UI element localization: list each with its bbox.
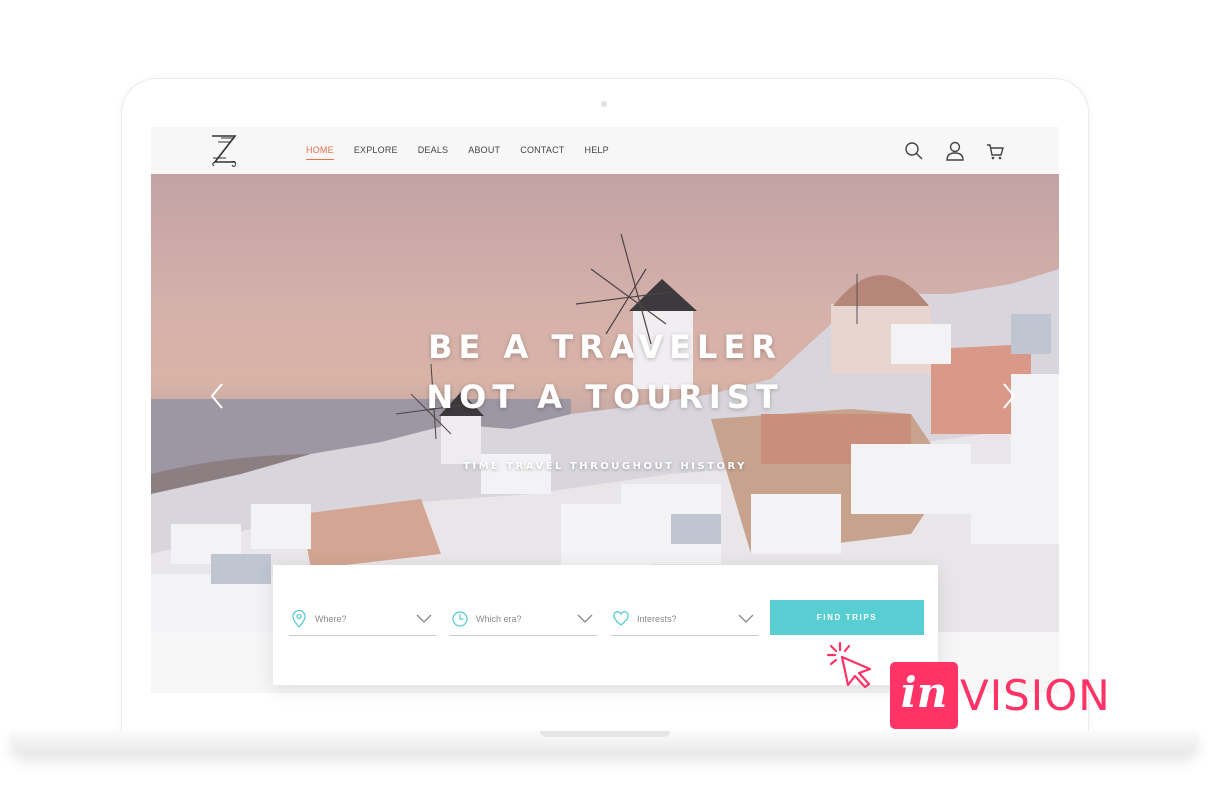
nav-help[interactable]: HELP [585,145,609,160]
chevron-down-icon [577,614,593,623]
invision-logo-box: in [890,662,958,729]
hero-title-line2: NOT A TOURIST [426,378,784,416]
invision-logo: in VISION [890,662,1111,729]
nav-home[interactable]: HOME [306,145,334,160]
search-icon[interactable] [904,141,924,161]
nav-about[interactable]: ABOUT [468,145,500,160]
hero-banner: BE A TRAVELER NOT A TOURIST TIME TRAVEL … [151,174,1059,632]
click-cursor-icon [826,641,872,689]
heart-icon [613,611,629,626]
hero-subtitle: TIME TRAVEL THROUGHOUT HISTORY [463,461,747,472]
interests-select[interactable]: Interests? [611,608,758,636]
laptop-notch [540,731,670,737]
main-nav: HOME EXPLORE DEALS ABOUT CONTACT HELP [306,145,609,160]
chevron-down-icon [738,614,754,623]
cart-icon[interactable] [985,141,1005,161]
interests-label: Interests? [637,614,677,624]
where-select[interactable]: Where? [289,608,436,636]
hero-title-line1: BE A TRAVELER [428,328,782,366]
nav-explore[interactable]: EXPLORE [354,145,398,160]
era-select[interactable]: Which era? [450,608,597,636]
location-pin-icon [292,610,306,628]
chevron-right-icon[interactable] [1001,382,1017,410]
nav-contact[interactable]: CONTACT [520,145,564,160]
clock-icon [452,611,468,627]
nav-deals[interactable]: DEALS [418,145,449,160]
where-label: Where? [315,614,347,624]
user-icon[interactable] [945,141,965,161]
invision-logo-text: VISION [960,671,1111,720]
logo-icon[interactable] [209,132,241,168]
camera-dot [601,101,607,107]
chevron-down-icon [416,614,432,623]
navbar: HOME EXPLORE DEALS ABOUT CONTACT HELP [151,127,1059,174]
era-label: Which era? [476,614,522,624]
find-trips-button[interactable]: FIND TRIPS [770,600,924,635]
chevron-left-icon[interactable] [209,382,225,410]
